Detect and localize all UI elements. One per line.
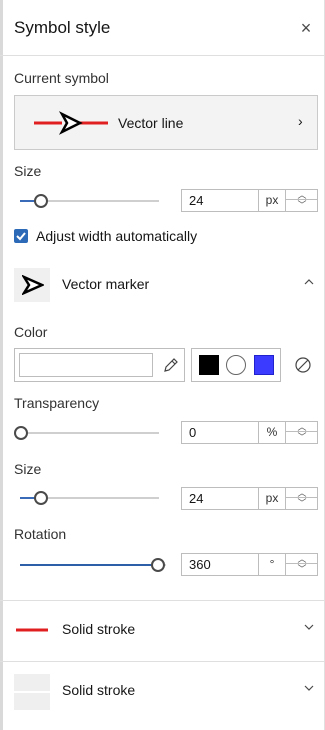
line-size-input-group: px ︿ ﹀ — [181, 189, 318, 212]
stroke-swatch — [14, 674, 50, 710]
quick-color-blue[interactable] — [254, 355, 274, 375]
slider-thumb[interactable] — [151, 558, 165, 572]
slider-thumb[interactable] — [34, 194, 48, 208]
marker-size-input[interactable] — [182, 488, 252, 509]
marker-size-label: Size — [14, 461, 42, 477]
current-symbol-name: Vector line — [118, 115, 184, 131]
transparency-unit: % — [258, 422, 285, 443]
chevron-down-icon — [303, 620, 315, 635]
transparency-input-group: % ︿ ﹀ — [181, 421, 318, 444]
solid-stroke-section-2[interactable]: Solid stroke — [0, 667, 325, 715]
color-field — [14, 348, 185, 382]
line-size-slider[interactable] — [20, 191, 159, 211]
chevron-up-icon[interactable]: ︿ — [286, 488, 318, 498]
transparency-slider[interactable] — [14, 423, 159, 443]
solid-stroke-section-1[interactable]: Solid stroke — [0, 606, 325, 654]
chevron-right-icon: › — [298, 113, 303, 129]
chevron-down-icon[interactable]: ﹀ — [286, 432, 318, 442]
vector-marker-icon — [22, 275, 44, 295]
section-divider — [0, 661, 325, 662]
line-size-label: Size — [14, 163, 42, 179]
quick-color-black[interactable] — [199, 355, 219, 375]
chevron-up-icon[interactable]: ︿ — [286, 190, 318, 200]
marker-size-unit: px — [258, 488, 285, 509]
close-icon[interactable]: × — [296, 18, 316, 38]
chevron-down-icon[interactable]: ﹀ — [286, 564, 318, 574]
chevron-down-icon[interactable]: ﹀ — [286, 200, 318, 210]
slider-track — [14, 432, 159, 434]
quick-color-white[interactable] — [226, 355, 246, 375]
adjust-width-checkbox[interactable] — [14, 229, 28, 243]
slider-thumb[interactable] — [34, 491, 48, 505]
current-symbol-label: Current symbol — [14, 70, 109, 86]
color-label: Color — [14, 324, 48, 340]
solid-stroke-label: Solid stroke — [62, 621, 136, 637]
rotation-input-group: ° ︿ ﹀ — [181, 553, 318, 576]
marker-size-stepper: ︿ ﹀ — [285, 488, 318, 509]
quick-color-palette — [191, 348, 281, 382]
adjust-width-label: Adjust width automatically — [36, 228, 198, 244]
vector-line-preview-icon — [34, 111, 108, 135]
slider-thumb[interactable] — [14, 426, 28, 440]
panel-title: Symbol style — [14, 18, 111, 37]
stroke-swatch-line — [14, 691, 50, 693]
chevron-down-icon — [303, 681, 315, 696]
panel-header: Symbol style × — [0, 0, 325, 56]
current-symbol-button[interactable]: Vector line › — [14, 95, 318, 150]
rotation-input[interactable] — [182, 554, 252, 575]
chevron-up-icon — [303, 275, 315, 290]
line-size-stepper: ︿ ﹀ — [285, 190, 318, 211]
transparency-label: Transparency — [14, 395, 100, 411]
checkmark-icon — [16, 232, 26, 241]
chevron-down-icon[interactable]: ﹀ — [286, 498, 318, 508]
section-divider — [0, 600, 325, 601]
solid-stroke-label: Solid stroke — [62, 682, 136, 698]
no-color-icon[interactable] — [293, 355, 313, 375]
marker-size-slider[interactable] — [20, 488, 159, 508]
line-size-unit: px — [258, 190, 285, 211]
rotation-slider[interactable] — [20, 555, 166, 575]
transparency-input[interactable] — [182, 422, 252, 443]
symbol-style-panel: Symbol style × Current symbol Vector lin… — [0, 0, 325, 730]
rotation-label: Rotation — [14, 526, 67, 542]
slider-fill — [20, 564, 152, 566]
marker-size-input-group: px ︿ ﹀ — [181, 487, 318, 510]
transparency-stepper: ︿ ﹀ — [285, 422, 318, 443]
pencil-icon[interactable] — [161, 355, 181, 375]
vector-marker-section-header[interactable]: Vector marker — [0, 261, 325, 309]
rotation-stepper: ︿ ﹀ — [285, 554, 318, 575]
rotation-unit: ° — [258, 554, 285, 575]
red-line-swatch-icon — [16, 628, 48, 632]
vector-marker-label: Vector marker — [62, 276, 150, 292]
current-color-swatch[interactable] — [19, 353, 153, 377]
line-size-input[interactable] — [182, 190, 252, 211]
chevron-up-icon[interactable]: ︿ — [286, 554, 318, 564]
vector-marker-swatch — [14, 268, 50, 302]
chevron-up-icon[interactable]: ︿ — [286, 422, 318, 432]
